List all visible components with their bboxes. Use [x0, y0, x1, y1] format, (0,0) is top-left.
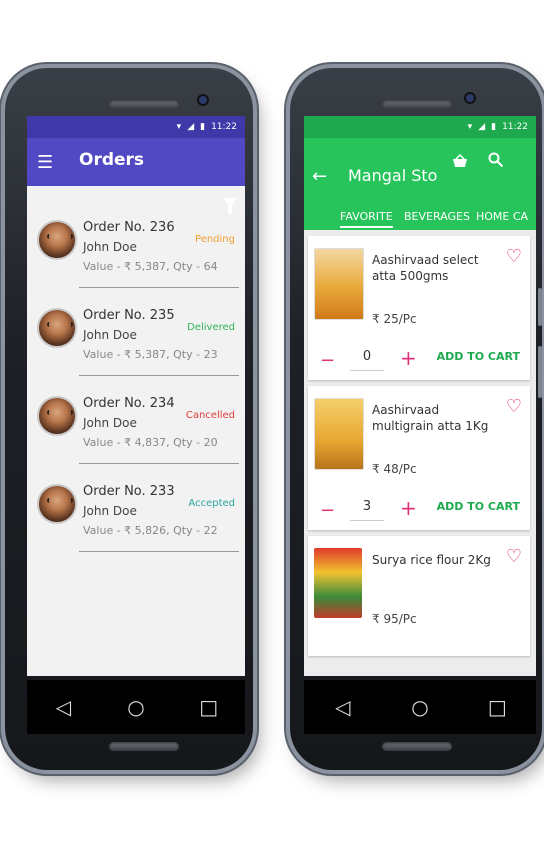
avatar	[37, 220, 77, 260]
product-card[interactable]: Aashirvaad select atta 500gms ₹ 25/Pc ♡ …	[308, 236, 530, 380]
speaker-grille-bottom	[382, 742, 452, 751]
status-time: 11:22	[502, 122, 528, 132]
phone-left: ▾ ◢ ▮ 11:22 ☰ Orders Order No. 236 John …	[5, 68, 253, 770]
nav-recent-icon[interactable]: □	[477, 695, 517, 719]
quantity-input[interactable]: 3	[350, 494, 384, 521]
tab-favorite[interactable]: FAVORITE	[340, 210, 393, 228]
heart-icon[interactable]: ♡	[506, 246, 522, 267]
category-tabs: FAVORITE BEVERAGES HOME CA	[304, 210, 536, 230]
status-time: 11:22	[211, 122, 237, 132]
speaker-grille-bottom	[109, 742, 179, 751]
tab-beverages[interactable]: BEVERAGES	[404, 210, 470, 223]
android-nav-bar: ◁ ○ □	[304, 680, 536, 734]
customer-name: John Doe	[83, 328, 137, 342]
status-bar: ▾ ◢ ▮ 11:22	[304, 116, 536, 138]
signal-icon: ◢	[187, 122, 195, 132]
store-title: Mangal Sto	[348, 166, 438, 185]
nav-back-icon[interactable]: ◁	[43, 695, 83, 719]
order-details: Value - ₹ 4,837, Qty - 20	[83, 436, 218, 449]
add-to-cart-button[interactable]: ADD TO CART	[437, 350, 520, 363]
status-bar: ▾ ◢ ▮ 11:22	[27, 116, 245, 138]
page-title: Orders	[79, 150, 145, 170]
order-number: Order No. 233	[83, 484, 175, 499]
avatar	[37, 396, 77, 436]
product-name: Aashirvaad select atta 500gms	[372, 253, 479, 283]
nav-home-icon[interactable]: ○	[400, 695, 440, 719]
basket-icon[interactable]	[452, 153, 468, 172]
battery-icon: ▮	[200, 122, 206, 132]
volume-button	[538, 346, 542, 398]
status-badge: Delivered	[187, 322, 235, 333]
order-number: Order No. 234	[83, 396, 175, 411]
order-row[interactable]: Order No. 235 John Doe Value - ₹ 5,387, …	[27, 288, 245, 376]
decrement-button[interactable]: −	[320, 500, 335, 521]
wifi-icon: ▾	[467, 122, 473, 132]
product-card[interactable]: Aashirvaad multigrain atta 1Kg ₹ 48/Pc ♡…	[308, 386, 530, 530]
order-row[interactable]: Order No. 233 John Doe Value - ₹ 5,826, …	[27, 464, 245, 552]
order-details: Value - ₹ 5,387, Qty - 64	[83, 260, 218, 273]
customer-name: John Doe	[83, 240, 137, 254]
hamburger-menu-icon[interactable]: ☰	[37, 152, 53, 173]
order-row[interactable]: Order No. 234 John Doe Value - ₹ 4,837, …	[27, 376, 245, 464]
increment-button[interactable]: +	[400, 346, 417, 370]
product-image	[314, 398, 364, 470]
speaker-grille-top	[382, 100, 452, 109]
order-details: Value - ₹ 5,387, Qty - 23	[83, 348, 218, 361]
nav-back-icon[interactable]: ◁	[323, 695, 363, 719]
increment-button[interactable]: +	[400, 496, 417, 520]
wifi-icon: ▾	[176, 122, 182, 132]
product-image	[314, 548, 362, 618]
customer-name: John Doe	[83, 504, 137, 518]
front-camera	[466, 94, 474, 102]
left-screen: ▾ ◢ ▮ 11:22 ☰ Orders Order No. 236 John …	[27, 116, 245, 676]
nav-recent-icon[interactable]: □	[189, 695, 229, 719]
product-name: Aashirvaad multigrain atta 1Kg	[372, 403, 489, 433]
order-details: Value - ₹ 5,826, Qty - 22	[83, 524, 218, 537]
product-price: ₹ 25/Pc	[372, 312, 417, 326]
order-row[interactable]: Order No. 236 John Doe Value - ₹ 5,387, …	[27, 200, 245, 288]
back-arrow-icon[interactable]: ←	[312, 166, 327, 187]
front-camera	[199, 96, 207, 104]
decrement-button[interactable]: −	[320, 350, 335, 371]
battery-icon: ▮	[491, 122, 497, 132]
product-price: ₹ 95/Pc	[372, 612, 417, 626]
avatar	[37, 308, 77, 348]
product-name: Surya rice flour 2Kg	[372, 553, 491, 567]
product-price: ₹ 48/Pc	[372, 462, 417, 476]
phone-right: ▾ ◢ ▮ 11:22 ← Mangal Sto FAVORITE BEVERA…	[290, 68, 542, 770]
status-badge: Cancelled	[185, 410, 235, 421]
android-nav-bar: ◁ ○ □	[27, 680, 245, 734]
status-badge: Accepted	[188, 498, 235, 509]
nav-home-icon[interactable]: ○	[116, 695, 156, 719]
orders-list: Order No. 236 John Doe Value - ₹ 5,387, …	[27, 186, 245, 676]
tab-home-care[interactable]: HOME CA	[476, 210, 528, 223]
order-number: Order No. 235	[83, 308, 175, 323]
heart-icon[interactable]: ♡	[506, 396, 522, 417]
signal-icon: ◢	[478, 122, 486, 132]
app-bar: ← Mangal Sto FAVORITE BEVERAGES HOME CA	[304, 138, 536, 230]
add-to-cart-button[interactable]: ADD TO CART	[437, 500, 520, 513]
product-image	[314, 248, 364, 320]
status-badge: Pending	[195, 234, 235, 245]
speaker-grille-top	[109, 100, 179, 109]
power-button	[538, 288, 542, 326]
order-number: Order No. 236	[83, 220, 175, 235]
avatar	[37, 484, 77, 524]
divider	[79, 551, 239, 552]
heart-icon[interactable]: ♡	[506, 546, 522, 567]
app-bar: ☰ Orders	[27, 138, 245, 186]
product-card[interactable]: Surya rice flour 2Kg ₹ 95/Pc ♡	[308, 536, 530, 656]
right-screen: ▾ ◢ ▮ 11:22 ← Mangal Sto FAVORITE BEVERA…	[304, 116, 536, 676]
search-icon[interactable]	[488, 152, 504, 172]
customer-name: John Doe	[83, 416, 137, 430]
quantity-input[interactable]: 0	[350, 344, 384, 371]
